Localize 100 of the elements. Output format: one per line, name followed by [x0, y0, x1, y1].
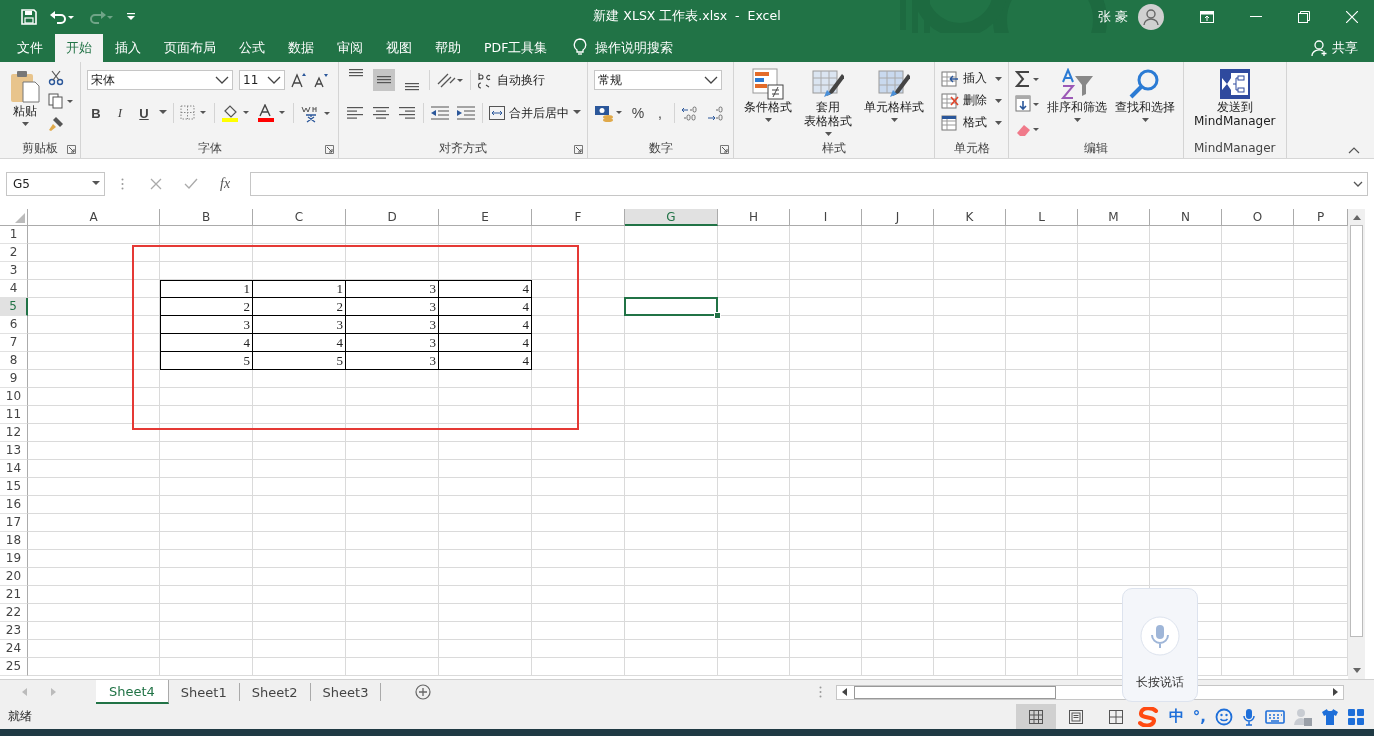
cells-button[interactable]: 删除	[941, 92, 1002, 109]
sheet-tab[interactable]: Sheet4	[96, 680, 169, 704]
toolbox-grid-icon[interactable]	[1348, 708, 1364, 725]
caret-icon[interactable]	[159, 110, 167, 116]
column-header[interactable]: N	[1150, 209, 1222, 226]
sheet-tab[interactable]: Sheet1	[168, 683, 240, 701]
column-header[interactable]: D	[346, 209, 439, 226]
row-header[interactable]: 25	[0, 658, 28, 676]
font-size-field[interactable]: 11	[239, 70, 285, 90]
ribbon-tab[interactable]: 页面布局	[153, 34, 227, 62]
fill-color-icon[interactable]	[221, 104, 251, 122]
column-header[interactable]: I	[790, 209, 862, 226]
row-header[interactable]: 6	[0, 316, 28, 334]
restore-icon[interactable]	[1298, 10, 1310, 23]
column-header[interactable]: G	[625, 209, 718, 226]
cells-button[interactable]: 插入	[941, 70, 1002, 87]
style-button[interactable]: 套用 表格格式	[800, 68, 856, 136]
ribbon-tab[interactable]: 审阅	[326, 34, 374, 62]
sheet-tab[interactable]: Sheet3	[310, 683, 382, 701]
user-name[interactable]: 张 豪	[1097, 7, 1128, 26]
tell-me-search[interactable]: 操作说明搜索	[595, 34, 674, 62]
row-header[interactable]: 8	[0, 352, 28, 370]
minimize-icon[interactable]	[1250, 15, 1262, 18]
row-header[interactable]: 15	[0, 478, 28, 496]
column-header[interactable]: O	[1222, 209, 1294, 226]
vertical-align-button[interactable]	[373, 69, 395, 91]
row-header[interactable]: 7	[0, 334, 28, 352]
format-painter-icon[interactable]	[48, 116, 64, 132]
row-header[interactable]: 18	[0, 532, 28, 550]
scissors-icon[interactable]	[48, 70, 64, 86]
microphone-icon[interactable]	[1242, 707, 1256, 726]
vertical-scrollbar[interactable]	[1348, 209, 1365, 679]
decrease-indent-icon[interactable]	[430, 106, 450, 120]
dialog-launcher-icon[interactable]	[574, 145, 583, 154]
merge-center-button[interactable]: 合并后居中	[489, 104, 581, 122]
ribbon-display-icon[interactable]	[1200, 10, 1214, 23]
close-icon[interactable]	[1346, 10, 1358, 23]
view-button[interactable]	[1015, 704, 1056, 729]
font-name-field[interactable]: 宋体	[87, 70, 233, 90]
bold-button[interactable]: B	[87, 103, 105, 123]
currency-icon[interactable]	[594, 104, 624, 122]
add-sheet-icon[interactable]	[415, 684, 432, 700]
cells-button[interactable]: 格式	[941, 114, 1002, 131]
row-header[interactable]: 10	[0, 388, 28, 406]
style-button[interactable]: 单元格样式	[860, 68, 928, 122]
row-header[interactable]: 5	[0, 298, 28, 316]
underline-button[interactable]: U	[135, 103, 153, 123]
horizontal-align-icon[interactable]	[371, 106, 391, 120]
insert-function-button[interactable]: fx	[220, 176, 231, 192]
shrink-font-icon[interactable]	[313, 72, 329, 88]
scroll-thumb[interactable]	[1350, 225, 1363, 637]
check-icon[interactable]	[184, 178, 198, 190]
column-header[interactable]: H	[718, 209, 790, 226]
column-header[interactable]: A	[28, 209, 160, 226]
row-header[interactable]: 23	[0, 622, 28, 640]
column-header[interactable]: C	[253, 209, 346, 226]
send-to-mindmanager-button[interactable]: 发送到 MindManager	[1190, 68, 1280, 128]
horizontal-align-icon[interactable]	[345, 106, 365, 120]
keyboard-icon[interactable]	[1265, 709, 1285, 724]
editing-button[interactable]: 查找和选择	[1113, 68, 1177, 122]
ribbon-tab[interactable]: 公式	[228, 34, 276, 62]
orientation-icon[interactable]	[436, 72, 464, 88]
increase-indent-icon[interactable]	[456, 106, 476, 120]
scroll-thumb[interactable]	[854, 685, 1056, 699]
ribbon-tab[interactable]: 文件	[6, 34, 54, 62]
ribbon-tab[interactable]: 插入	[104, 34, 152, 62]
input-mode-toggle[interactable]: 中	[1168, 707, 1184, 726]
fill-down-icon[interactable]	[1015, 95, 1041, 113]
autosum-icon[interactable]	[1015, 70, 1041, 88]
column-header[interactable]: J	[862, 209, 934, 226]
row-header[interactable]: 11	[0, 406, 28, 424]
wrap-text-button[interactable]: 自动换行	[477, 71, 545, 89]
row-header[interactable]: 20	[0, 568, 28, 586]
row-header[interactable]: 1	[0, 226, 28, 244]
ribbon-tab[interactable]: 数据	[277, 34, 325, 62]
collapse-ribbon-icon[interactable]	[1348, 146, 1360, 154]
name-box[interactable]: G5	[6, 172, 105, 196]
punctuation-toggle[interactable]: °,	[1192, 707, 1206, 726]
column-header[interactable]: F	[532, 209, 625, 226]
copy-icon[interactable]	[48, 93, 74, 109]
customize-caret-icon[interactable]	[125, 10, 137, 23]
row-header[interactable]: 14	[0, 460, 28, 478]
column-header[interactable]: L	[1006, 209, 1078, 226]
grow-font-icon[interactable]	[291, 72, 307, 88]
scroll-left-icon[interactable]	[840, 687, 848, 697]
shirt-icon[interactable]	[1321, 707, 1339, 726]
column-header[interactable]: E	[439, 209, 532, 226]
row-header[interactable]: 2	[0, 244, 28, 262]
scroll-up-icon[interactable]	[1351, 213, 1362, 221]
row-header[interactable]: 12	[0, 424, 28, 442]
smiley-icon[interactable]	[1215, 707, 1233, 726]
row-header[interactable]: 21	[0, 586, 28, 604]
row-header[interactable]: 9	[0, 370, 28, 388]
row-header[interactable]: 16	[0, 496, 28, 514]
ribbon-tab[interactable]: 帮助	[424, 34, 472, 62]
editing-button[interactable]: 排序和筛选	[1045, 68, 1109, 122]
row-header[interactable]: 22	[0, 604, 28, 622]
column-header[interactable]: K	[934, 209, 1006, 226]
row-header[interactable]: 4	[0, 280, 28, 298]
italic-button[interactable]: I	[111, 103, 129, 123]
